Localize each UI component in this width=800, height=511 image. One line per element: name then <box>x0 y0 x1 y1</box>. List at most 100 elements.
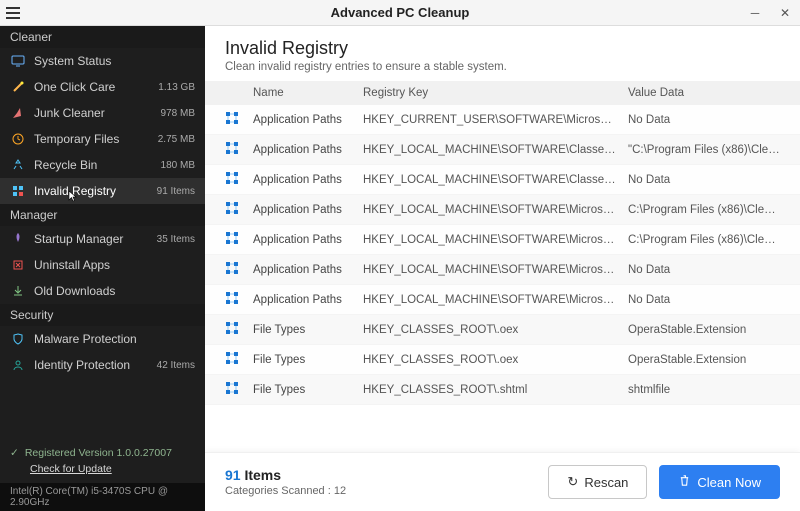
sidebar-item-recycle-bin[interactable]: Recycle Bin 180 MB <box>0 152 205 178</box>
cell-val: shtmlfile <box>628 384 780 396</box>
cell-key: HKEY_LOCAL_MACHINE\SOFTWARE\Microsoft\Wi… <box>363 294 628 306</box>
table-row[interactable]: Application PathsHKEY_LOCAL_MACHINE\SOFT… <box>205 135 800 165</box>
cell-name: Application Paths <box>253 234 363 246</box>
items-count: 91 Items <box>225 467 346 483</box>
label: Uninstall Apps <box>34 258 195 272</box>
col-val: Value Data <box>628 87 780 99</box>
label: One Click Care <box>34 80 150 94</box>
col-key: Registry Key <box>363 87 628 99</box>
shield-icon <box>10 331 26 347</box>
minimize-button[interactable]: ─ <box>740 0 770 26</box>
clean-label: Clean Now <box>697 475 761 490</box>
registry-item-icon <box>225 171 253 188</box>
sidebar-item-one-click-care[interactable]: One Click Care 1.13 GB <box>0 74 205 100</box>
sidebar-footer: ✓ Registered Version 1.0.0.27007 Check f… <box>0 439 205 483</box>
sidebar-item-system-status[interactable]: System Status <box>0 48 205 74</box>
label: Invalid Registry <box>34 184 149 198</box>
label: Recycle Bin <box>34 158 153 172</box>
cell-val: No Data <box>628 174 780 186</box>
cell-key: HKEY_LOCAL_MACHINE\SOFTWARE\Classes\Appl… <box>363 144 628 156</box>
close-button[interactable]: ✕ <box>770 0 800 26</box>
sidebar-item-malware[interactable]: Malware Protection <box>0 326 205 352</box>
registered-text: Registered Version 1.0.0.27007 <box>25 447 172 459</box>
badge: 1.13 GB <box>158 82 195 93</box>
registry-item-icon <box>225 111 253 128</box>
recycle-icon <box>10 157 26 173</box>
cell-key: HKEY_CLASSES_ROOT\.oex <box>363 354 628 366</box>
identity-icon <box>10 357 26 373</box>
cell-val: No Data <box>628 114 780 126</box>
cell-name: Application Paths <box>253 204 363 216</box>
table-row[interactable]: File TypesHKEY_CLASSES_ROOT\.oexOperaSta… <box>205 345 800 375</box>
broom-icon <box>10 105 26 121</box>
sidebar-item-old-downloads[interactable]: Old Downloads <box>0 278 205 304</box>
sidebar-item-identity[interactable]: Identity Protection 42 Items <box>0 352 205 378</box>
table-body[interactable]: Application Paths HKEY_CURRENT_USER\SOFTW… <box>205 105 800 452</box>
cell-val: OperaStable.Extension <box>628 354 780 366</box>
sidebar-item-invalid-registry[interactable]: Invalid Registry 91 Items <box>0 178 205 204</box>
download-icon <box>10 283 26 299</box>
categories-scanned: Categories Scanned : 12 <box>225 485 346 497</box>
cell-name: Application Paths <box>253 174 363 186</box>
section-security: Security <box>0 304 205 326</box>
uninstall-icon <box>10 257 26 273</box>
monitor-icon <box>10 53 26 69</box>
table-row[interactable]: Application PathsHKEY_LOCAL_MACHINE\SOFT… <box>205 255 800 285</box>
table-row[interactable]: File TypesHKEY_CLASSES_ROOT\.shtmlshtmlf… <box>205 375 800 405</box>
wand-icon <box>10 79 26 95</box>
cpu-info: Intel(R) Core(TM) i5-3470S CPU @ 2.90GHz <box>0 483 205 511</box>
cell-name: Application Paths <box>253 264 363 276</box>
registry-icon <box>10 183 26 199</box>
registry-item-icon <box>225 261 253 278</box>
label: Identity Protection <box>34 358 149 372</box>
rescan-label: Rescan <box>584 475 628 490</box>
label: Junk Cleaner <box>34 106 153 120</box>
table-row[interactable]: Application PathsHKEY_LOCAL_MACHINE\SOFT… <box>205 285 800 315</box>
label: Malware Protection <box>34 332 195 346</box>
rescan-button[interactable]: ↻ Rescan <box>548 465 647 499</box>
table-row[interactable]: Application PathsHKEY_LOCAL_MACHINE\SOFT… <box>205 195 800 225</box>
main-panel: Invalid Registry Clean invalid registry … <box>205 26 800 511</box>
sidebar-item-uninstall-apps[interactable]: Uninstall Apps <box>0 252 205 278</box>
sidebar-item-temporary-files[interactable]: Temporary Files 2.75 MB <box>0 126 205 152</box>
table-row[interactable]: Application PathsHKEY_CURRENT_USER\SOFTW… <box>205 105 800 135</box>
registry-item-icon <box>225 141 253 158</box>
rocket-icon <box>10 231 26 247</box>
cell-key: HKEY_LOCAL_MACHINE\SOFTWARE\Microsoft\Wi… <box>363 264 628 276</box>
section-manager: Manager <box>0 204 205 226</box>
registry-item-icon <box>225 201 253 218</box>
trash-icon <box>678 474 691 490</box>
registry-item-icon <box>225 321 253 338</box>
badge: 35 Items <box>157 234 195 245</box>
label: Startup Manager <box>34 232 149 246</box>
registry-item-icon <box>225 351 253 368</box>
cursor-icon <box>67 190 79 202</box>
cell-name: Application Paths <box>253 294 363 306</box>
cell-key: HKEY_CURRENT_USER\SOFTWARE\Microsoft\Win… <box>363 114 628 126</box>
badge: 42 Items <box>157 360 195 371</box>
table-row[interactable]: File TypesHKEY_CLASSES_ROOT\.oexOperaSta… <box>205 315 800 345</box>
check-update-link[interactable]: Check for Update <box>30 463 195 475</box>
sidebar-item-startup-manager[interactable]: Startup Manager 35 Items <box>0 226 205 252</box>
registry-item-icon <box>225 231 253 248</box>
app-title: Advanced PC Cleanup <box>0 5 800 20</box>
refresh-icon: ↻ <box>567 474 578 490</box>
registry-item-icon <box>225 291 253 308</box>
hamburger-menu-icon[interactable] <box>0 0 26 26</box>
cell-key: HKEY_LOCAL_MACHINE\SOFTWARE\Classes\Appl… <box>363 174 628 186</box>
cell-key: HKEY_LOCAL_MACHINE\SOFTWARE\Microsoft\Wi… <box>363 204 628 216</box>
page-subtitle: Clean invalid registry entries to ensure… <box>225 61 780 73</box>
badge: 2.75 MB <box>158 134 195 145</box>
table-header: Name Registry Key Value Data <box>205 81 800 105</box>
table-row[interactable]: Application PathsHKEY_LOCAL_MACHINE\SOFT… <box>205 165 800 195</box>
table-row[interactable]: Application PathsHKEY_LOCAL_MACHINE\SOFT… <box>205 225 800 255</box>
cell-name: Application Paths <box>253 144 363 156</box>
cell-key: HKEY_CLASSES_ROOT\.oex <box>363 324 628 336</box>
clean-now-button[interactable]: Clean Now <box>659 465 780 499</box>
label: System Status <box>34 54 187 68</box>
sidebar-item-junk-cleaner[interactable]: Junk Cleaner 978 MB <box>0 100 205 126</box>
cell-val: C:\Program Files (x86)\CleverFile... <box>628 234 780 246</box>
titlebar: Advanced PC Cleanup ─ ✕ <box>0 0 800 26</box>
cell-name: File Types <box>253 324 363 336</box>
label: Old Downloads <box>34 284 195 298</box>
